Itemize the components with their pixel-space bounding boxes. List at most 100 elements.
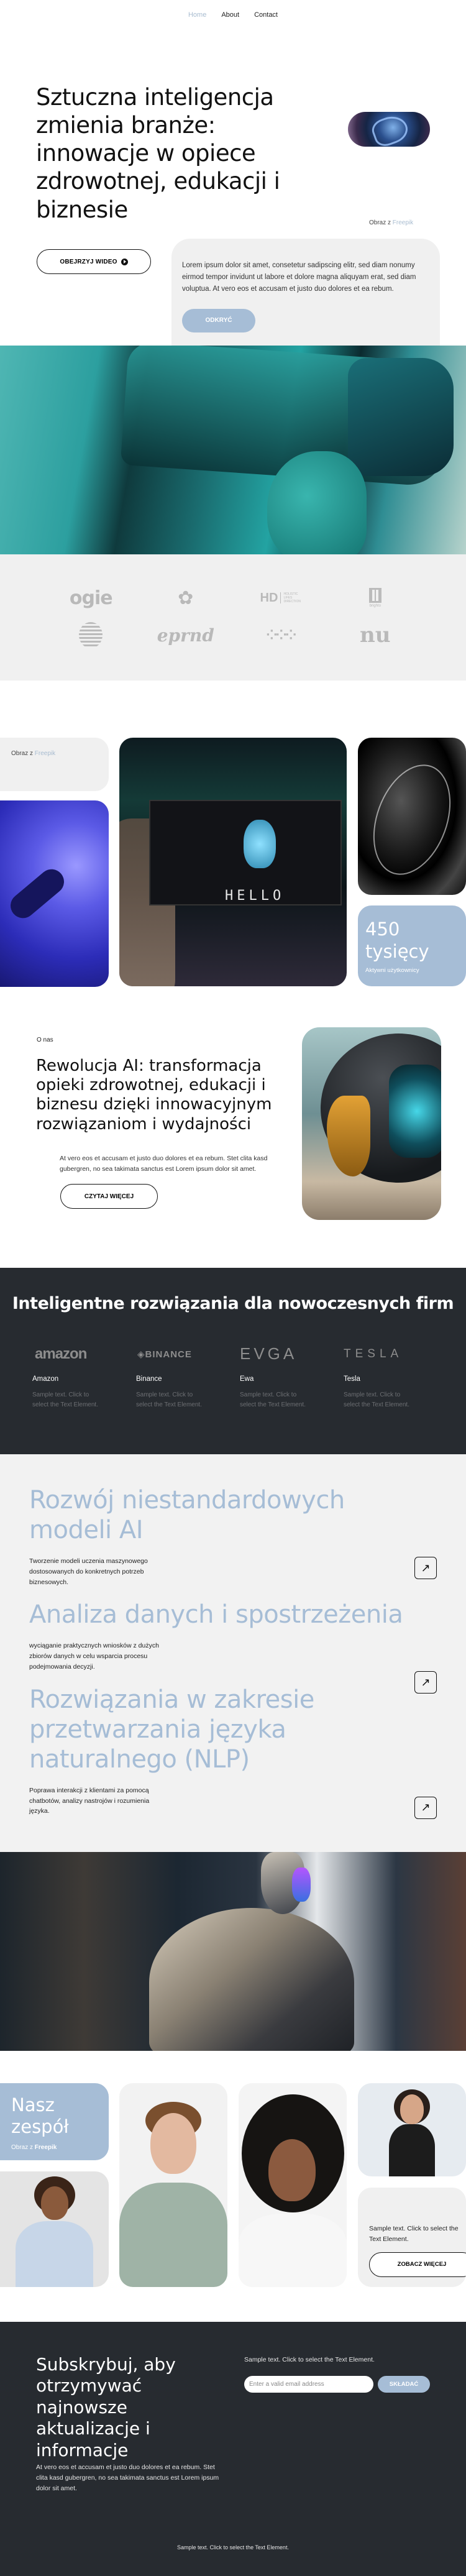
firm-desc: Sample text. Click to select the Text El…: [32, 1391, 98, 1409]
body-shape: [16, 2221, 93, 2287]
freepik-link[interactable]: Freepik: [393, 219, 413, 226]
binance-logo: ◈BINANCE: [137, 1349, 192, 1360]
play-icon: [121, 258, 128, 265]
submit-button[interactable]: SKŁADAĆ: [378, 2376, 430, 2393]
service-item: Rozwój niestandardowych modeli AI Tworze…: [29, 1485, 466, 1587]
firm-card: TESLA Tesla Sample text. Click to select…: [344, 1339, 447, 1411]
logo-ogie: ogie: [69, 587, 113, 609]
firm-name: Amazon: [32, 1375, 59, 1383]
head-shape: [268, 2139, 316, 2201]
team-cta-text: Sample text. Click to select the Text El…: [369, 2225, 459, 2243]
monitor-hello-text: HELLO: [225, 888, 285, 904]
see-more-button[interactable]: ZOBACZ WIĘCEJ: [369, 2252, 466, 2277]
visor-shape: [348, 358, 454, 476]
logo-hd-line: DIRECTION: [283, 600, 301, 603]
logo-flower-icon: ✿: [178, 587, 194, 608]
glowing-panel-shape: [389, 1065, 441, 1158]
team-title-card: Nasz zespół Obraz z Freepik: [0, 2083, 109, 2160]
monitor-screen: HELLO: [149, 800, 342, 905]
nav-home[interactable]: Home: [188, 11, 206, 19]
team-title: Nasz zespół: [11, 2094, 69, 2137]
logo-eprnd: eprnd: [157, 625, 214, 646]
gallery-credit-card: Obraz z Freepik: [0, 738, 109, 791]
nav-contact[interactable]: Contact: [254, 11, 278, 19]
logo-nu: nu: [360, 623, 391, 648]
robot-visor-shape: [292, 1868, 311, 1902]
arrow-up-right-icon: ↗: [421, 1801, 431, 1814]
humanoid-robot-image: [0, 1852, 466, 2051]
top-nav: Home About Contact: [0, 0, 466, 30]
credit-prefix: Obraz z: [11, 750, 34, 757]
freepik-link[interactable]: Freepik: [35, 2144, 57, 2151]
service-item: Rozwiązania w zakresie przetwarzania jęz…: [29, 1685, 466, 1819]
team-member-photo: [119, 2083, 227, 2287]
discover-button[interactable]: ODKRYĆ: [182, 308, 255, 332]
logo-brighto-text: brighto: [369, 604, 381, 608]
team-cta-card: Sample text. Click to select the Text El…: [358, 2188, 466, 2287]
monitor-hello-image: HELLO: [119, 738, 347, 986]
service-title: Rozwiązania w zakresie przetwarzania jęz…: [29, 1685, 314, 1774]
service-title: Rozwój niestandardowych modeli AI: [29, 1486, 345, 1544]
team-member-photo: [239, 2083, 347, 2287]
team-section: Nasz zespół Obraz z Freepik Sample text.…: [0, 2063, 466, 2312]
hero-card-text: Lorem ipsum dolor sit amet, consetetur s…: [182, 262, 416, 293]
hero-section: Sztuczna inteligencja zmienia branże: in…: [0, 30, 466, 373]
subscribe-section: Subskrybuj, aby otrzymywać najnowsze akt…: [0, 2322, 466, 2576]
team-member-photo: [358, 2083, 466, 2176]
page: Home About Contact Sztuczna inteligencja…: [0, 0, 466, 2576]
active-users-stat-card: 450 tysięcy Aktywni użytkownicy: [358, 905, 466, 986]
firm-name: Ewa: [240, 1375, 254, 1383]
about-section: O nas Rewolucja AI: transformacja opieki…: [0, 1001, 466, 1262]
about-text: At vero eos et accusam et justo duo dolo…: [60, 1155, 268, 1173]
service-link-button[interactable]: ↗: [414, 1557, 437, 1579]
logo-dots-icon: ⁘⁘⁘: [266, 627, 296, 643]
footer-text: Sample text. Click to select the Text El…: [177, 2544, 289, 2551]
head-shape: [41, 2186, 68, 2220]
email-input[interactable]: [244, 2376, 373, 2393]
service-text: Poprawa interakcji z klientami za pomocą…: [29, 1786, 150, 1815]
digital-head-shape: [244, 820, 276, 868]
head-shape: [150, 2113, 196, 2174]
firm-name: Binance: [136, 1375, 162, 1383]
tesla-logo: TESLA: [344, 1347, 403, 1360]
golden-face-shape: [327, 1096, 370, 1176]
gallery-section: Obraz z Freepik HELLO 450 tysięcy Aktywn…: [0, 725, 466, 987]
logo-hd: HD HOLISTIC LIFES DIRECTION: [233, 579, 328, 616]
golden-robot-image: [302, 1027, 441, 1220]
image-credit: Obraz z Freepik: [369, 219, 413, 226]
service-title: Analiza danych i spostrzeżenia: [29, 1600, 403, 1629]
robot-body-shape: [149, 1908, 354, 2051]
service-link-button[interactable]: ↗: [414, 1796, 437, 1819]
logo-striped-globe: [43, 616, 139, 654]
subscribe-title: Subskrybuj, aby otrzymywać najnowsze akt…: [36, 2354, 176, 2460]
firm-name: Tesla: [344, 1375, 360, 1383]
read-more-button[interactable]: CZYTAJ WIĘCEJ: [60, 1184, 158, 1209]
logo-brighto: brighto: [328, 579, 423, 616]
subscribe-text: At vero eos et accusam et justo duo dolo…: [36, 2464, 219, 2492]
nav-about[interactable]: About: [221, 11, 239, 19]
evga-logo: EVGA: [240, 1344, 298, 1364]
stat-label: Aktywni użytkownicy: [365, 966, 419, 974]
striped-globe-icon: [79, 622, 103, 648]
robot-hand-image: [348, 112, 430, 147]
partner-logos: ogie ✿ HD HOLISTIC LIFES DIRECTION brigh…: [0, 554, 466, 681]
black-fluid-image: [358, 738, 466, 895]
brighto-blocks-icon: [368, 588, 381, 603]
watch-video-label: OBEJRZYJ WIDEO: [60, 258, 117, 265]
firm-card: EVGA Ewa Sample text. Click to select th…: [240, 1339, 344, 1411]
services-section: Rozwój niestandardowych modeli AI Tworze…: [0, 1454, 466, 1852]
head-shape: [400, 2094, 424, 2124]
subscribe-hint: Sample text. Click to select the Text El…: [244, 2356, 375, 2363]
service-item: Analiza danych i spostrzeżenia wyciągani…: [29, 1600, 466, 1694]
credit-prefix: Obraz z: [369, 219, 391, 226]
firm-desc: Sample text. Click to select the Text El…: [344, 1391, 409, 1409]
hand-shape: [5, 864, 70, 924]
watch-video-button[interactable]: OBEJRZYJ WIDEO: [37, 249, 151, 274]
amazon-logo: amazon: [35, 1345, 87, 1362]
face-shape: [267, 451, 367, 554]
service-text: wyciąganie praktycznych wniosków z dużyc…: [29, 1642, 159, 1671]
logo-hd-text: HOLISTIC LIFES DIRECTION: [280, 592, 301, 603]
logo-hd-mark: HD: [260, 590, 278, 605]
freepik-link[interactable]: Freepik: [35, 750, 55, 757]
firms-section: Inteligentne rozwiązania dla nowoczesnyc…: [0, 1268, 466, 1454]
